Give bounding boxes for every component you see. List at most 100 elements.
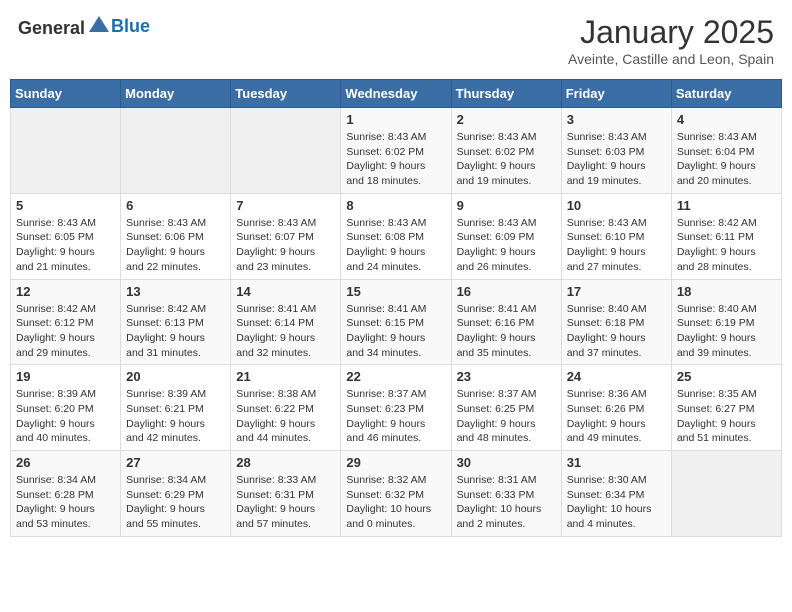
day-number: 24	[567, 369, 666, 384]
calendar-week-row: 1 Sunrise: 8:43 AM Sunset: 6:02 PM Daylig…	[11, 108, 782, 194]
calendar-cell: 23 Sunrise: 8:37 AM Sunset: 6:25 PM Dayli…	[451, 365, 561, 451]
day-number: 28	[236, 455, 335, 470]
calendar-cell: 10 Sunrise: 8:43 AM Sunset: 6:10 PM Dayli…	[561, 193, 671, 279]
day-info: Sunrise: 8:42 AM Sunset: 6:11 PM Dayligh…	[677, 216, 776, 275]
calendar-cell: 22 Sunrise: 8:37 AM Sunset: 6:23 PM Dayli…	[341, 365, 451, 451]
day-number: 11	[677, 198, 776, 213]
day-of-week-header: Tuesday	[231, 80, 341, 108]
day-of-week-header: Friday	[561, 80, 671, 108]
calendar-cell: 26Sunrise: 8:34 AM Sunset: 6:28 PM Dayli…	[11, 451, 121, 537]
day-info: Sunrise: 8:43 AM Sunset: 6:04 PM Dayligh…	[677, 130, 776, 189]
day-info: Sunrise: 8:40 AM Sunset: 6:19 PM Dayligh…	[677, 302, 776, 361]
calendar-cell: 14 Sunrise: 8:41 AM Sunset: 6:14 PM Dayli…	[231, 279, 341, 365]
calendar-cell: 11 Sunrise: 8:42 AM Sunset: 6:11 PM Dayli…	[671, 193, 781, 279]
day-info: Sunrise: 8:43 AM Sunset: 6:05 PM Dayligh…	[16, 216, 115, 275]
calendar-cell	[231, 108, 341, 194]
day-number: 3	[567, 112, 666, 127]
day-info: Sunrise: 8:40 AM Sunset: 6:18 PM Dayligh…	[567, 302, 666, 361]
day-number: 2	[457, 112, 556, 127]
day-of-week-header: Sunday	[11, 80, 121, 108]
day-of-week-header: Saturday	[671, 80, 781, 108]
logo-text-blue: Blue	[111, 16, 150, 36]
day-info: Sunrise: 8:43 AM Sunset: 6:10 PM Dayligh…	[567, 216, 666, 275]
day-info: Sunrise: 8:43 AM Sunset: 6:03 PM Dayligh…	[567, 130, 666, 189]
day-number: 30	[457, 455, 556, 470]
calendar-cell: 15 Sunrise: 8:41 AM Sunset: 6:15 PM Dayli…	[341, 279, 451, 365]
day-info: Sunrise: 8:34 AM Sunset: 6:29 PM Dayligh…	[126, 473, 225, 532]
calendar-cell: 28 Sunrise: 8:33 AM Sunset: 6:31 PM Dayli…	[231, 451, 341, 537]
day-number: 13	[126, 284, 225, 299]
day-info: Sunrise: 8:35 AM Sunset: 6:27 PM Dayligh…	[677, 387, 776, 446]
calendar-cell: 4 Sunrise: 8:43 AM Sunset: 6:04 PM Daylig…	[671, 108, 781, 194]
day-number: 16	[457, 284, 556, 299]
day-number: 27	[126, 455, 225, 470]
day-number: 25	[677, 369, 776, 384]
calendar-cell: 12 Sunrise: 8:42 AM Sunset: 6:12 PM Dayli…	[11, 279, 121, 365]
day-info: Sunrise: 8:43 AM Sunset: 6:07 PM Dayligh…	[236, 216, 335, 275]
day-number: 8	[346, 198, 445, 213]
day-number: 23	[457, 369, 556, 384]
day-number: 10	[567, 198, 666, 213]
logo-icon	[87, 14, 111, 34]
day-number: 31	[567, 455, 666, 470]
calendar-cell: 2Sunrise: 8:43 AM Sunset: 6:02 PM Daylig…	[451, 108, 561, 194]
day-number: 22	[346, 369, 445, 384]
day-number: 12	[16, 284, 115, 299]
day-info: Sunrise: 8:41 AM Sunset: 6:14 PM Dayligh…	[236, 302, 335, 361]
day-info: Sunrise: 8:36 AM Sunset: 6:26 PM Dayligh…	[567, 387, 666, 446]
calendar-week-row: 12 Sunrise: 8:42 AM Sunset: 6:12 PM Dayli…	[11, 279, 782, 365]
calendar-cell: 20Sunrise: 8:39 AM Sunset: 6:21 PM Dayli…	[121, 365, 231, 451]
calendar-week-row: 26Sunrise: 8:34 AM Sunset: 6:28 PM Dayli…	[11, 451, 782, 537]
day-info: Sunrise: 8:42 AM Sunset: 6:12 PM Dayligh…	[16, 302, 115, 361]
day-info: Sunrise: 8:33 AM Sunset: 6:31 PM Dayligh…	[236, 473, 335, 532]
calendar-cell: 19Sunrise: 8:39 AM Sunset: 6:20 PM Dayli…	[11, 365, 121, 451]
day-number: 4	[677, 112, 776, 127]
day-number: 17	[567, 284, 666, 299]
logo: General Blue	[18, 14, 150, 39]
day-number: 7	[236, 198, 335, 213]
calendar-week-row: 5Sunrise: 8:43 AM Sunset: 6:05 PM Daylig…	[11, 193, 782, 279]
calendar-cell: 9 Sunrise: 8:43 AM Sunset: 6:09 PM Daylig…	[451, 193, 561, 279]
calendar-cell: 17 Sunrise: 8:40 AM Sunset: 6:18 PM Dayli…	[561, 279, 671, 365]
day-number: 1	[346, 112, 445, 127]
logo-text-general: General	[18, 18, 85, 38]
calendar-cell: 31Sunrise: 8:30 AM Sunset: 6:34 PM Dayli…	[561, 451, 671, 537]
calendar-cell: 29Sunrise: 8:32 AM Sunset: 6:32 PM Dayli…	[341, 451, 451, 537]
day-info: Sunrise: 8:34 AM Sunset: 6:28 PM Dayligh…	[16, 473, 115, 532]
day-info: Sunrise: 8:43 AM Sunset: 6:02 PM Dayligh…	[346, 130, 445, 189]
day-info: Sunrise: 8:42 AM Sunset: 6:13 PM Dayligh…	[126, 302, 225, 361]
day-number: 14	[236, 284, 335, 299]
calendar-cell: 18Sunrise: 8:40 AM Sunset: 6:19 PM Dayli…	[671, 279, 781, 365]
calendar-cell: 3 Sunrise: 8:43 AM Sunset: 6:03 PM Daylig…	[561, 108, 671, 194]
day-info: Sunrise: 8:43 AM Sunset: 6:06 PM Dayligh…	[126, 216, 225, 275]
day-info: Sunrise: 8:41 AM Sunset: 6:15 PM Dayligh…	[346, 302, 445, 361]
calendar-header-row: SundayMondayTuesdayWednesdayThursdayFrid…	[11, 80, 782, 108]
day-info: Sunrise: 8:43 AM Sunset: 6:09 PM Dayligh…	[457, 216, 556, 275]
day-number: 15	[346, 284, 445, 299]
day-info: Sunrise: 8:37 AM Sunset: 6:23 PM Dayligh…	[346, 387, 445, 446]
calendar-cell: 16Sunrise: 8:41 AM Sunset: 6:16 PM Dayli…	[451, 279, 561, 365]
calendar-cell: 6 Sunrise: 8:43 AM Sunset: 6:06 PM Daylig…	[121, 193, 231, 279]
day-info: Sunrise: 8:37 AM Sunset: 6:25 PM Dayligh…	[457, 387, 556, 446]
day-number: 6	[126, 198, 225, 213]
day-of-week-header: Monday	[121, 80, 231, 108]
calendar-table: SundayMondayTuesdayWednesdayThursdayFrid…	[10, 79, 782, 537]
day-of-week-header: Thursday	[451, 80, 561, 108]
location-subtitle: Aveinte, Castille and Leon, Spain	[568, 51, 774, 67]
day-of-week-header: Wednesday	[341, 80, 451, 108]
calendar-cell	[671, 451, 781, 537]
month-year-title: January 2025	[568, 14, 774, 51]
calendar-week-row: 19Sunrise: 8:39 AM Sunset: 6:20 PM Dayli…	[11, 365, 782, 451]
calendar-cell: 1 Sunrise: 8:43 AM Sunset: 6:02 PM Daylig…	[341, 108, 451, 194]
calendar-cell: 8 Sunrise: 8:43 AM Sunset: 6:08 PM Daylig…	[341, 193, 451, 279]
title-section: January 2025 Aveinte, Castille and Leon,…	[568, 14, 774, 67]
day-info: Sunrise: 8:43 AM Sunset: 6:08 PM Dayligh…	[346, 216, 445, 275]
calendar-cell: 25 Sunrise: 8:35 AM Sunset: 6:27 PM Dayli…	[671, 365, 781, 451]
day-info: Sunrise: 8:38 AM Sunset: 6:22 PM Dayligh…	[236, 387, 335, 446]
day-number: 9	[457, 198, 556, 213]
calendar-cell: 13 Sunrise: 8:42 AM Sunset: 6:13 PM Dayli…	[121, 279, 231, 365]
day-number: 29	[346, 455, 445, 470]
calendar-cell: 24 Sunrise: 8:36 AM Sunset: 6:26 PM Dayli…	[561, 365, 671, 451]
day-number: 21	[236, 369, 335, 384]
page-header: General Blue January 2025 Aveinte, Casti…	[10, 10, 782, 71]
